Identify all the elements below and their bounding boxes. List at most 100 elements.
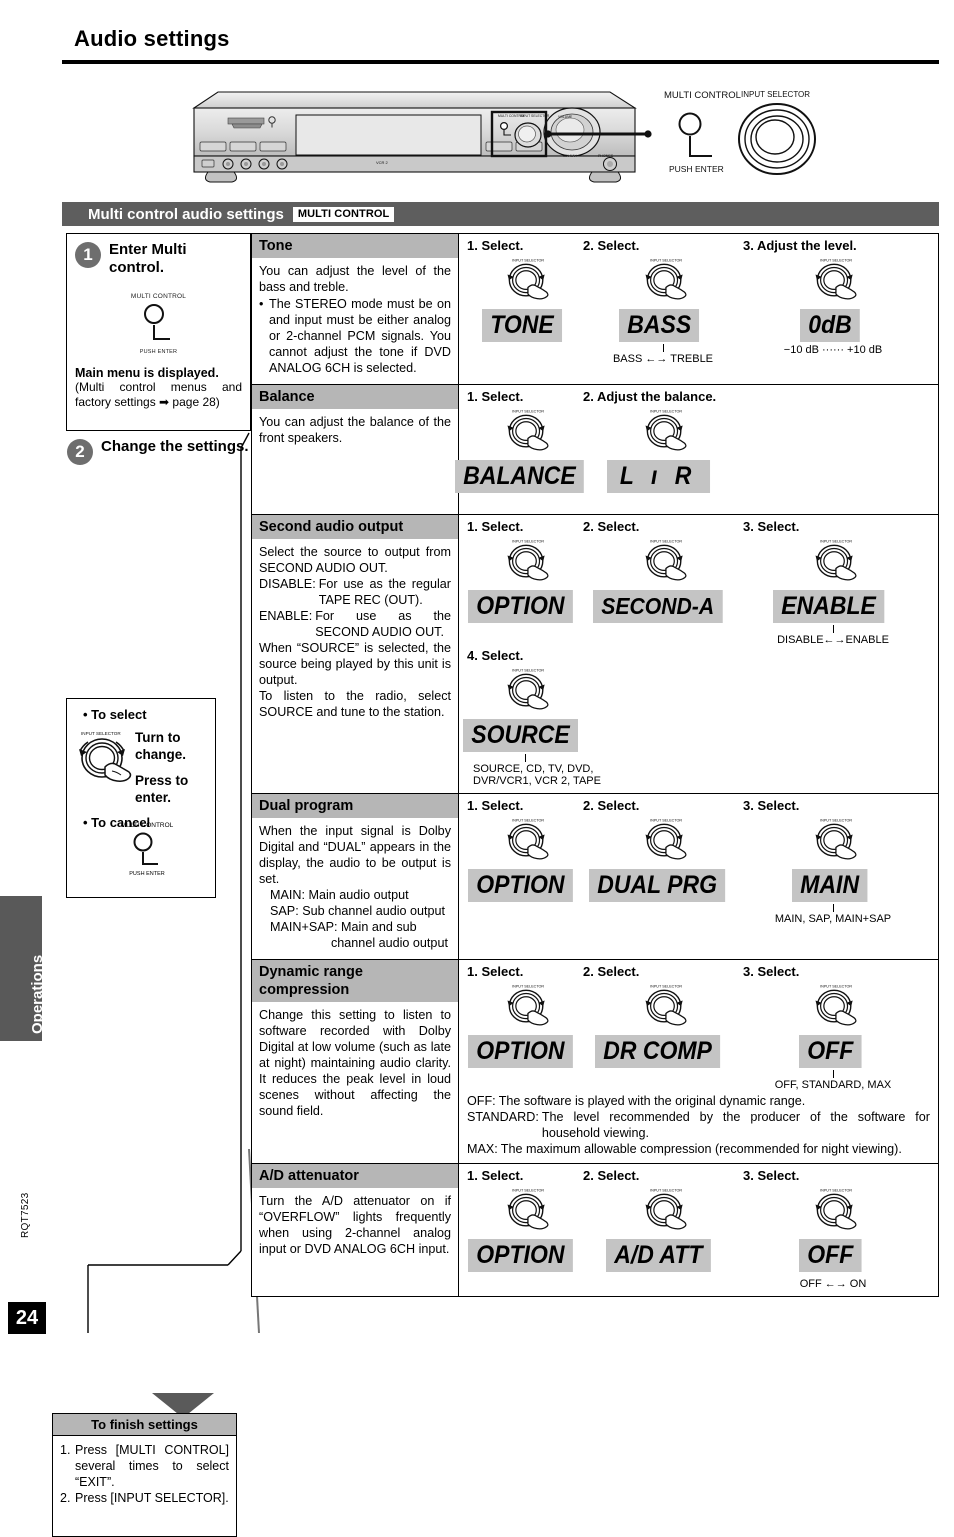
dual-program-option-sap: SAP: Sub channel audio output <box>270 904 446 918</box>
finish-settings-box: To finish settings 1. Press [MULTI CONTR… <box>52 1413 237 1537</box>
tone-description-cell: Tone You can adjust the level of the bas… <box>252 234 459 384</box>
step-1-result: Main menu is displayed. <box>75 366 219 380</box>
caption-text: BASS ←→ TREBLE <box>612 353 714 365</box>
multi-control-knob-icon-2: MULTI CONTROL PUSH ENTER <box>99 822 195 877</box>
def-value: For use as the SECOND AUDIO OUT. <box>315 609 451 639</box>
howto-turn-text: Turn to change. <box>135 730 187 762</box>
dual-program-option-mainsap: MAIN+SAP: Main and sub <box>270 920 417 934</box>
input-selector-dial-icon: INPUT SELECTOR <box>583 536 743 590</box>
lcd-display: 0dB <box>800 309 861 342</box>
multi-control-knob-icon-1: MULTI CONTROL PUSH ENTER <box>111 293 207 355</box>
svg-text:INPUT SELECTOR: INPUT SELECTOR <box>820 259 852 263</box>
input-selector-dial-icon: INPUT SELECTOR <box>743 1185 923 1239</box>
lcd-display: TONE <box>481 309 562 342</box>
unit-multi-control-label: MULTI CONTROL <box>664 90 741 101</box>
step-caption: BASS ←→ TREBLE <box>583 344 743 365</box>
unit-input-selector-label: INPUT SELECTOR <box>741 90 810 99</box>
input-selector-dial-icon: INPUT SELECTOR <box>743 536 923 590</box>
finish-item: 1. Press [MULTI CONTROL] several times t… <box>60 1442 229 1490</box>
svg-text:INPUT SELECTOR: INPUT SELECTOR <box>512 985 544 989</box>
step-label: 2. Select. <box>583 1168 640 1183</box>
tone-step-2: 2. Select. INPUT SELECTOR BASS BASS ←→ T… <box>583 238 743 365</box>
step-1-number: 1 <box>75 242 101 268</box>
input-selector-dial-icon: INPUT SELECTOR <box>467 815 583 869</box>
svg-text:INPUT SELECTOR: INPUT SELECTOR <box>820 819 852 823</box>
step-label: 2. Select. <box>583 238 640 253</box>
finish-item-text: Press [MULTI CONTROL] several times to s… <box>75 1443 229 1489</box>
ad-attenuator-heading: A/D attenuator <box>252 1164 458 1188</box>
svg-text:INPUT SELECTOR: INPUT SELECTOR <box>512 540 544 544</box>
balance-text: You can adjust the balance of the front … <box>259 415 451 445</box>
settings-table: Tone You can adjust the level of the bas… <box>251 233 939 1297</box>
side-tab-operations: Operations <box>0 896 46 1041</box>
second-audio-steps-cell: 1. Select. INPUT SELECTOR OPTION 2. Sele… <box>459 515 938 793</box>
finish-item-text: Press [INPUT SELECTOR]. <box>75 1491 229 1505</box>
svg-text:PHONES: PHONES <box>598 154 614 158</box>
svg-text:INPUT SELECTOR: INPUT SELECTOR <box>650 1189 682 1193</box>
note-key: STANDARD: <box>467 1110 539 1124</box>
second-audio-text-2: When “SOURCE” is selected, the source be… <box>259 641 451 687</box>
ad-attenuator-body: Turn the A/D attenuator on if “OVERFLOW”… <box>252 1188 458 1295</box>
finish-item: 2. Press [INPUT SELECTOR]. <box>60 1490 229 1506</box>
step-label: 2. Select. <box>583 519 640 534</box>
balance-steps-cell: 1. Select. INPUT SELECTOR BALANCE 2. Adj… <box>454 385 938 514</box>
step-1-title: Enter Multi control. <box>109 241 187 276</box>
note-value: The level recommended by the producer of… <box>541 1110 930 1140</box>
dual-program-steps-cell: 1. Select. INPUT SELECTOR OPTION 2. Sele… <box>459 794 938 959</box>
step-label: 2. Adjust the balance. <box>583 389 717 404</box>
input-selector-dial-icon: INPUT SELECTOR <box>467 255 583 309</box>
svg-text:INPUT SELECTOR: INPUT SELECTOR <box>81 731 121 736</box>
drc-text: Change this setting to listen to softwar… <box>259 1008 451 1118</box>
step-caption: SOURCE, CD, TV, DVD, DVR/VCR1, VCR 2, TA… <box>467 754 601 787</box>
second-audio-description-cell: Second audio output Select the source to… <box>252 515 459 793</box>
step-caption: OFF, STANDARD, MAX <box>743 1070 923 1091</box>
ad-attenuator-steps-cell: 1. Select. INPUT SELECTOR OPTION 2. Sele… <box>459 1164 938 1296</box>
howto-box: • To select INPUT SELECTOR Turn to chang… <box>66 698 216 898</box>
step-label: 3. Select. <box>743 798 800 813</box>
step-label: 3. Select. <box>743 964 800 979</box>
second-audio-heading: Second audio output <box>252 515 458 539</box>
balance-step-2: 2. Adjust the balance. INPUT SELECTOR L … <box>583 389 743 493</box>
step-2-number: 2 <box>67 439 93 465</box>
drc-heading: Dynamic range compression <box>252 960 458 1002</box>
second-audio-enable-def: ENABLE: For use as the SECOND AUDIO OUT. <box>259 608 451 640</box>
note-value: The software is played with the original… <box>498 1094 806 1108</box>
second-audio-step-4: 4. Select. INPUT SELECTOR SOURCE SOURCE,… <box>459 648 601 787</box>
table-row-second-audio-output: Second audio output Select the source to… <box>252 515 938 794</box>
knob-sub-label: PUSH ENTER <box>139 349 178 355</box>
dual-program-text: When the input signal is Dolby Digital a… <box>259 824 451 886</box>
caption-text: MAIN, SAP, MAIN+SAP <box>774 913 892 925</box>
second-audio-step-3: 3. Select. INPUT SELECTOR ENABLE DISABLE… <box>743 519 923 646</box>
ad-attenuator-text: Turn the A/D attenuator on if “OVERFLOW”… <box>259 1194 451 1256</box>
table-row-tone: Tone You can adjust the level of the bas… <box>252 234 938 385</box>
svg-text:INPUT SELECTOR: INPUT SELECTOR <box>820 540 852 544</box>
lcd-display: MAIN <box>792 869 868 902</box>
finish-item-number: 1. <box>60 1443 71 1457</box>
drc-notes: OFF: The software is played with the ori… <box>459 1091 938 1157</box>
tone-bullet-text: The STEREO mode must be on and input mus… <box>269 297 451 375</box>
input-selector-dial-icon-howto: INPUT SELECTOR <box>71 727 135 794</box>
section-tag-multi-control: MULTI CONTROL <box>292 206 395 222</box>
dual-program-body: When the input signal is Dolby Digital a… <box>252 818 458 959</box>
table-row-ad-attenuator: A/D attenuator Turn the A/D attenuator o… <box>252 1164 938 1296</box>
drc-description-cell: Dynamic range compression Change this se… <box>252 960 459 1163</box>
caption-text: DISABLE←→ENABLE <box>777 634 889 646</box>
input-selector-dial-icon: INPUT SELECTOR <box>467 981 583 1035</box>
drc-step-2: 2. Select. INPUT SELECTOR DR COMP <box>583 964 743 1091</box>
def-key: DISABLE: <box>259 577 316 591</box>
knob-label: MULTI CONTROL <box>130 293 187 300</box>
ad-attenuator-description-cell: A/D attenuator Turn the A/D attenuator o… <box>252 1164 459 1296</box>
step-label: 1. Select. <box>467 389 524 404</box>
dual-program-option-main: MAIN: Main audio output <box>270 888 409 902</box>
drc-note-max: MAX: The maximum allowable compression (… <box>467 1141 930 1157</box>
svg-text:INPUT SELECTOR: INPUT SELECTOR <box>650 540 682 544</box>
step-caption: −10 dB ······ +10 dB <box>743 344 923 356</box>
svg-text:INPUT SELECTOR: INPUT SELECTOR <box>650 819 682 823</box>
second-audio-step-1: 1. Select. INPUT SELECTOR OPTION <box>459 519 583 646</box>
howto-turn-press: Turn to change. Press to enter. <box>135 729 215 806</box>
svg-text:INPUT SELECTOR: INPUT SELECTOR <box>512 669 544 673</box>
step-label: 2. Select. <box>583 964 640 979</box>
page-title: Audio settings <box>74 26 230 51</box>
svg-text:INPUT SELECTOR: INPUT SELECTOR <box>512 1189 544 1193</box>
svg-text:INPUT SELECTOR: INPUT SELECTOR <box>650 410 682 414</box>
